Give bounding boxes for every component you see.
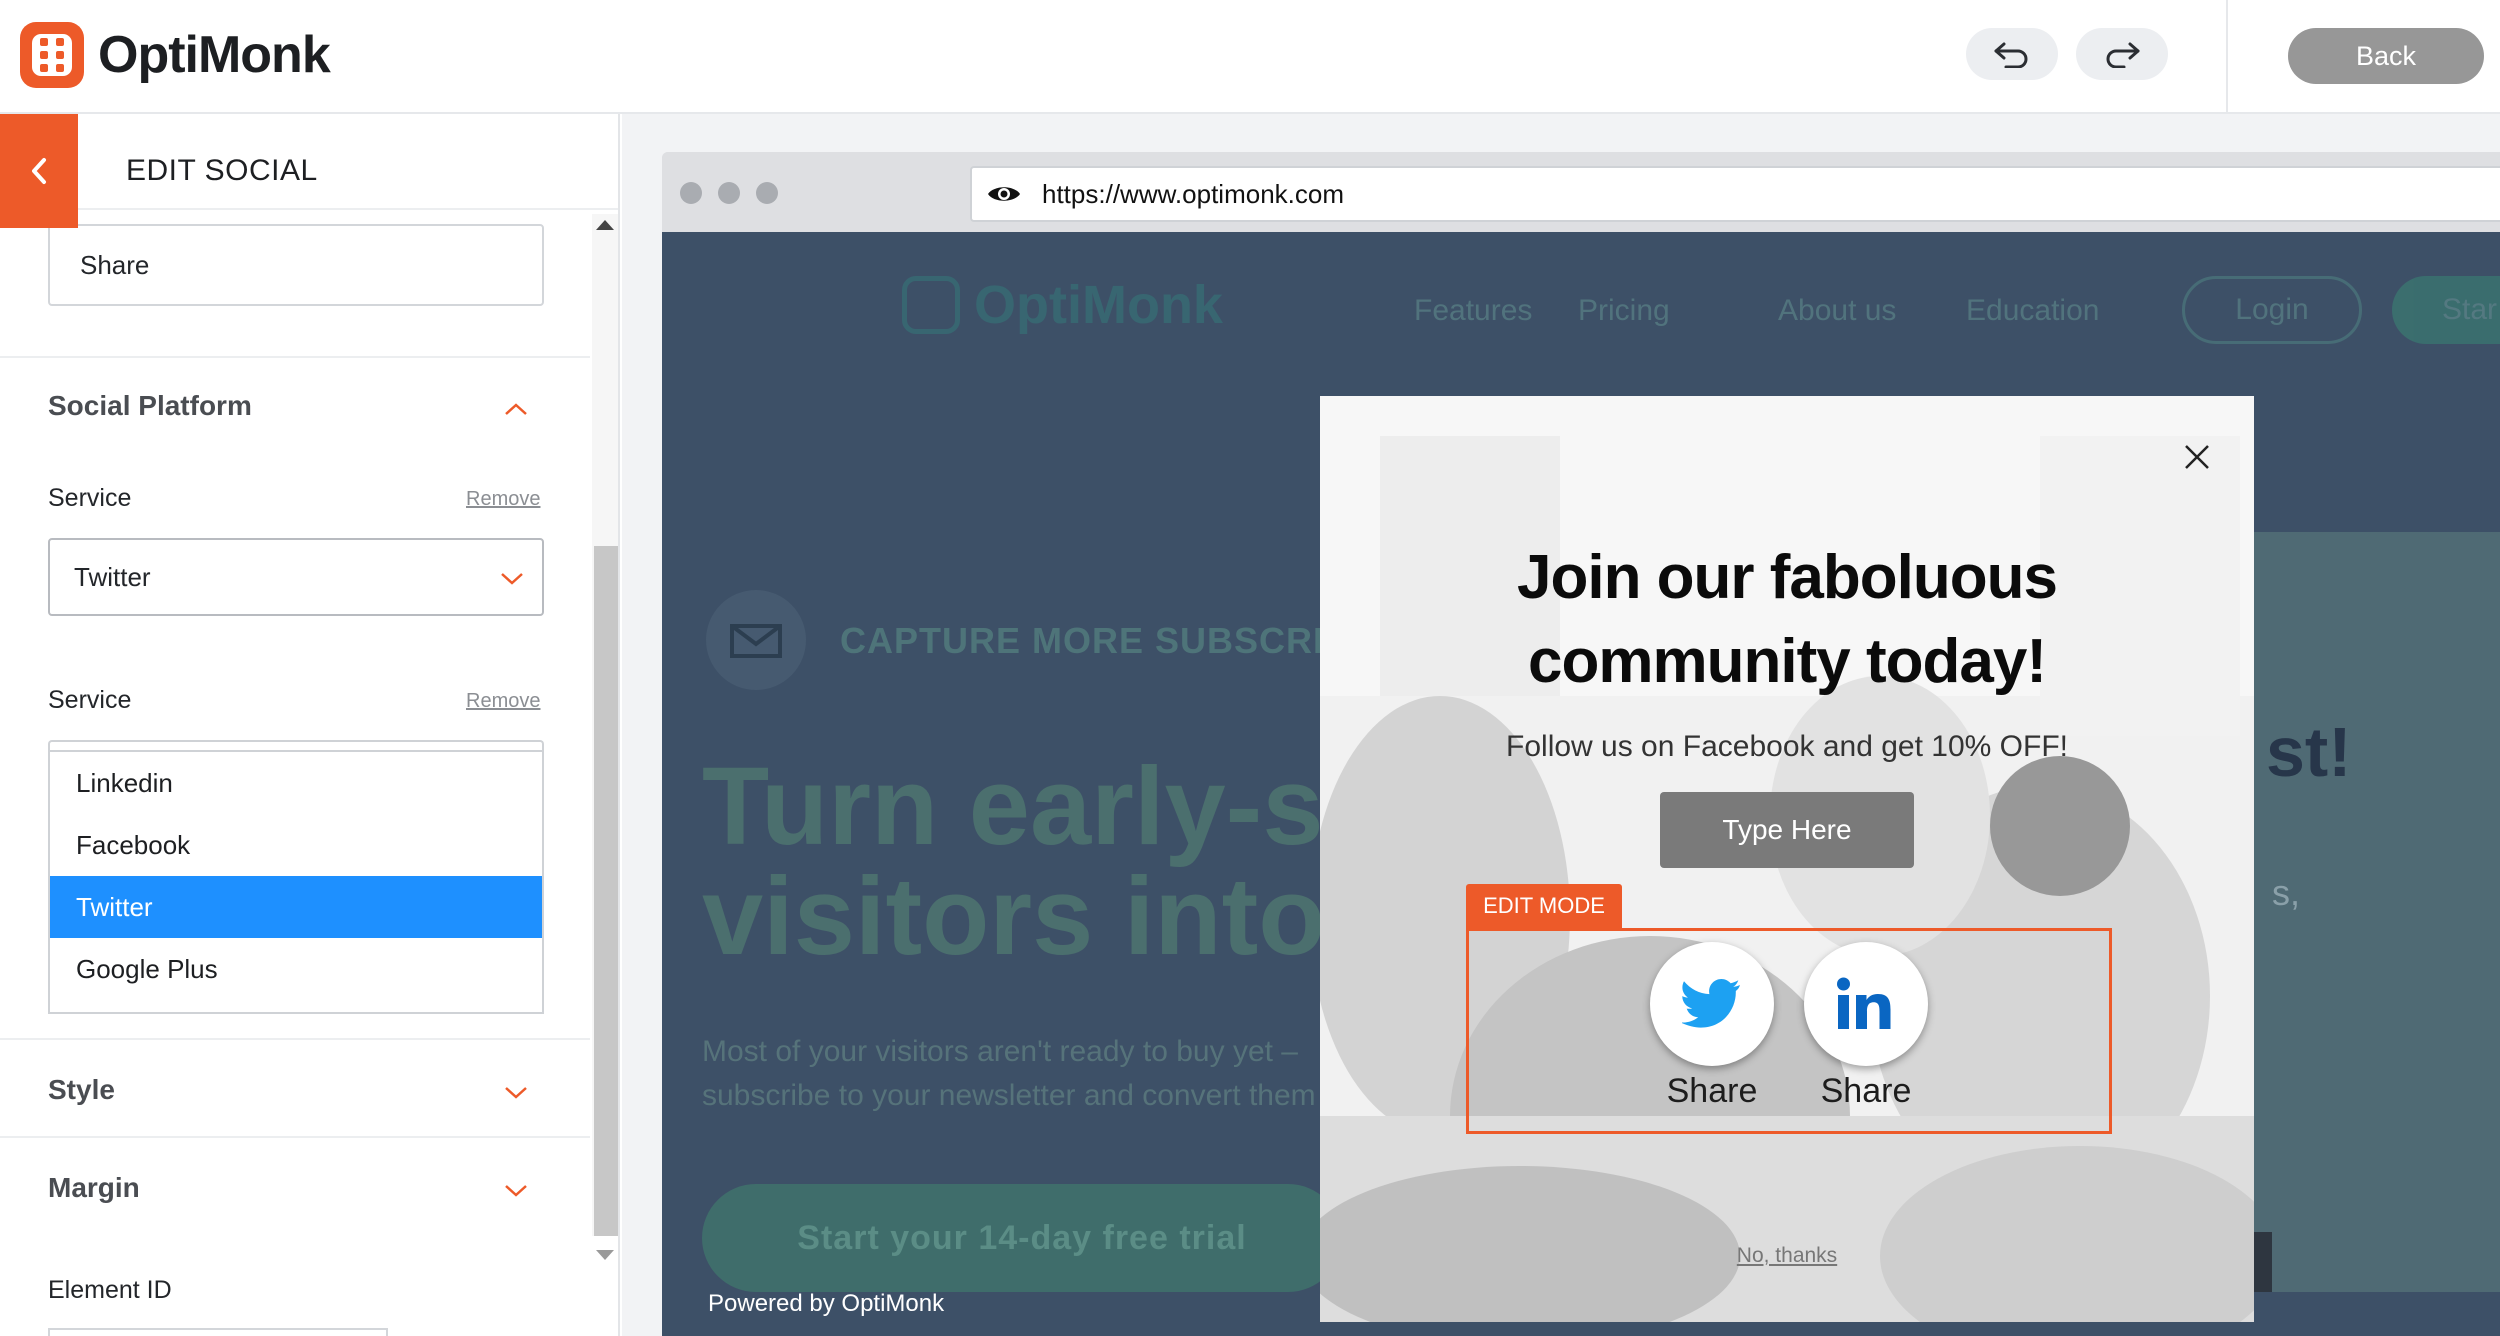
site-login-button: Login (2182, 276, 2362, 344)
window-dot (680, 182, 702, 204)
dropdown-option-linkedin[interactable]: Linkedin (50, 752, 542, 814)
popup-subtitle[interactable]: Follow us on Facebook and get 10% OFF! (1320, 730, 2254, 764)
brand-name: OptiMonk (98, 26, 331, 84)
eye-icon[interactable] (986, 182, 1022, 206)
hero-cta-button: Start your 14-day free trial (702, 1184, 1342, 1292)
service-select-1-value: Twitter (74, 561, 151, 592)
linkedin-share-label[interactable]: Share (1786, 1072, 1946, 1111)
hero-subtitle-line1: Most of your visitors aren't ready to bu… (702, 1035, 1298, 1068)
dropdown-option-twitter[interactable]: Twitter (50, 876, 542, 938)
hero-title-line1: Turn early-s (702, 745, 1324, 868)
site-nav-education: Education (1966, 294, 2100, 327)
back-button[interactable]: Back (2288, 28, 2484, 84)
no-thanks-link[interactable]: No, thanks (1320, 1244, 2254, 1268)
popup-type-here-button[interactable]: Type Here (1660, 792, 1914, 868)
site-nav-features: Features (1414, 294, 1533, 327)
site-logo-text: OptiMonk (974, 275, 1223, 335)
popup: Join our faboluous community today! Foll… (1320, 396, 2254, 1322)
hero-title-line2: visitors into (702, 855, 1326, 978)
section-divider (0, 1136, 590, 1138)
optimonk-logo-icon (20, 22, 84, 88)
panel-title: EDIT SOCIAL (126, 154, 318, 187)
site-right-fragment: st! (2266, 713, 2352, 791)
section-divider (0, 1038, 590, 1040)
browser-toolbar: https://www.optimonk.com (662, 152, 2500, 232)
dropdown-option-google-plus[interactable]: Google Plus (50, 938, 542, 1000)
panel-back-button[interactable] (0, 114, 78, 228)
mail-icon (706, 590, 806, 690)
twitter-share-button[interactable] (1650, 942, 1774, 1066)
chevron-down-icon (501, 573, 523, 585)
window-dot (756, 182, 778, 204)
url-text: https://www.optimonk.com (1042, 178, 1344, 209)
powered-by-label: Powered by OptiMonk (708, 1290, 945, 1317)
close-icon[interactable] (2182, 442, 2212, 472)
service-select-1[interactable]: Twitter (48, 538, 544, 616)
service-dropdown-list[interactable]: Linkedin Facebook Twitter Google Plus (48, 750, 544, 1014)
panel-header: EDIT SOCIAL (0, 114, 618, 210)
edit-mode-tag: EDIT MODE (1466, 884, 1622, 928)
popup-title-line1: Join our faboluous (1517, 543, 2058, 612)
section-style-title[interactable]: Style (48, 1074, 115, 1106)
optimonk-logo[interactable]: OptiMonk (20, 22, 331, 88)
hero-subtitle-line2: subscribe to your newsletter and convert… (702, 1079, 1316, 1112)
remove-service-2-link[interactable]: Remove (466, 690, 540, 713)
section-divider (0, 356, 590, 358)
scroll-up-arrow[interactable] (596, 220, 614, 230)
linkedin-share-button[interactable] (1804, 942, 1928, 1066)
linkedin-icon (1837, 977, 1891, 1029)
chevron-down-icon[interactable] (504, 1086, 528, 1100)
site-nav-about: About us (1778, 294, 1897, 327)
popup-title[interactable]: Join our faboluous community today! (1320, 536, 2254, 704)
site-nav-pricing: Pricing (1578, 294, 1670, 327)
service-label-2: Service (48, 686, 132, 714)
section-social-platform-title[interactable]: Social Platform (48, 390, 252, 422)
scroll-down-arrow[interactable] (596, 1250, 614, 1260)
top-divider (2226, 0, 2228, 114)
panel-scrollbar-thumb[interactable] (594, 546, 618, 1236)
twitter-icon (1682, 979, 1740, 1028)
redo-icon (2106, 42, 2140, 68)
dropdown-option-facebook[interactable]: Facebook (50, 814, 542, 876)
hero-tagline: CAPTURE MORE SUBSCRIBER (840, 620, 1404, 661)
chevron-up-icon[interactable] (504, 402, 528, 416)
section-margin-title[interactable]: Margin (48, 1172, 140, 1204)
element-id-input[interactable] (48, 1328, 388, 1336)
redo-button[interactable] (2076, 28, 2168, 80)
panel-scroll-area[interactable]: Share Social Platform Service Remove Twi… (0, 210, 590, 1336)
hero-subtitle: Most of your visitors aren't ready to bu… (702, 1030, 1402, 1118)
window-dot (718, 182, 740, 204)
top-bar: OptiMonk Back (0, 0, 2500, 114)
service-label-1: Service (48, 484, 132, 512)
site-right-fragment: s, (2272, 872, 2301, 913)
hero-title: Turn early-s visitors into (702, 752, 1325, 972)
chevron-down-icon[interactable] (504, 1184, 528, 1198)
twitter-share-label[interactable]: Share (1632, 1072, 1792, 1111)
remove-service-1-link[interactable]: Remove (466, 488, 540, 511)
site-logo: OptiMonk (902, 274, 1223, 336)
undo-icon (1994, 42, 2028, 68)
chevron-left-icon (32, 158, 46, 184)
element-id-label: Element ID (48, 1276, 172, 1304)
site-start-button: Star (2392, 276, 2500, 344)
edit-panel: EDIT SOCIAL Share Social Platform Servic… (0, 114, 620, 1336)
popup-title-line2: community today! (1528, 627, 2047, 696)
undo-button[interactable] (1966, 28, 2058, 80)
url-bar[interactable]: https://www.optimonk.com (970, 166, 2500, 222)
share-text-input[interactable]: Share (48, 224, 544, 306)
site-logo-icon (902, 276, 960, 334)
